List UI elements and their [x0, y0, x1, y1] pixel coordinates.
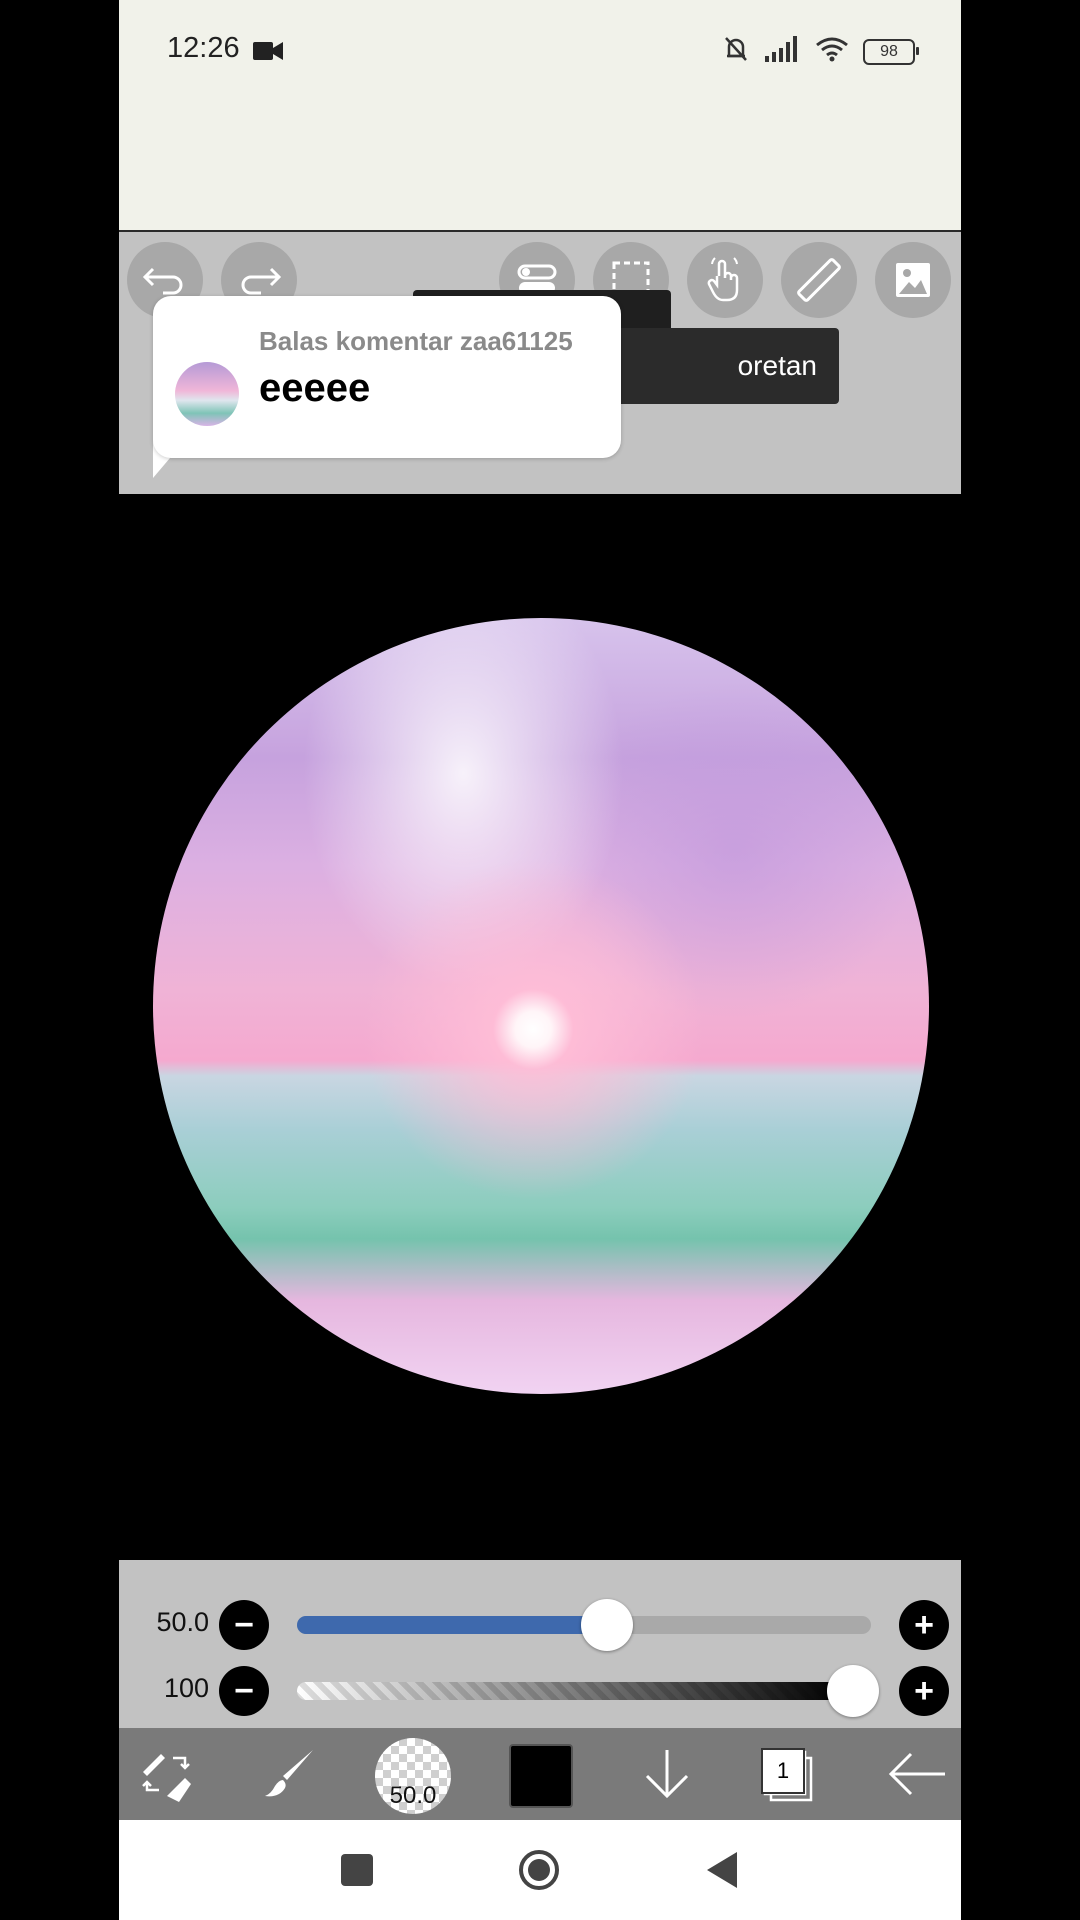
video-camera-icon — [253, 40, 283, 67]
canvas-image[interactable] — [153, 618, 929, 1394]
size-minus-button[interactable]: − — [219, 1600, 269, 1650]
avatar — [175, 362, 239, 426]
system-nav-bar — [119, 1820, 961, 1920]
opacity-plus-button[interactable]: + — [899, 1666, 949, 1716]
ruler-icon[interactable] — [781, 242, 857, 318]
status-bar: 12:26 98 — [119, 0, 961, 232]
slider-panel: 50.0 − + 100 − + — [119, 1560, 961, 1728]
size-plus-button[interactable]: + — [899, 1600, 949, 1650]
hand-touch-icon[interactable] — [687, 242, 763, 318]
top-toolbar: oretan Balas komentar zaa61125 eeeee — [119, 232, 961, 494]
recent-apps-button[interactable] — [341, 1854, 373, 1886]
bottom-toolbar: 50.0 1 — [119, 1728, 961, 1820]
app-screen: 12:26 98 oretan Balas komentar zaa61125 … — [119, 0, 961, 1920]
brush-icon[interactable] — [255, 1738, 327, 1810]
color-button[interactable] — [509, 1744, 573, 1808]
back-arrow-icon[interactable] — [881, 1738, 953, 1810]
status-time: 12:26 — [167, 32, 240, 64]
opacity-minus-button[interactable]: − — [219, 1666, 269, 1716]
arrow-down-icon[interactable] — [631, 1738, 703, 1810]
opacity-slider[interactable] — [297, 1682, 871, 1700]
mute-bell-icon — [721, 34, 751, 69]
layer-count: 1 — [761, 1748, 805, 1794]
home-dot-icon — [528, 1859, 550, 1881]
size-slider-handle[interactable] — [580, 1599, 633, 1651]
size-slider-fill — [297, 1616, 607, 1634]
tooltip: oretan — [609, 328, 839, 404]
battery-icon: 98 — [863, 38, 919, 65]
opacity-value: 100 — [163, 1673, 209, 1703]
reply-label: Balas komentar zaa61125 — [259, 326, 573, 356]
pen-eraser-swap-icon[interactable] — [131, 1738, 203, 1810]
home-button[interactable] — [519, 1850, 559, 1890]
brush-size-button[interactable]: 50.0 — [375, 1738, 451, 1814]
back-button[interactable] — [705, 1850, 739, 1895]
wifi-icon — [815, 36, 849, 67]
size-value: 50.0 — [156, 1607, 209, 1637]
signal-icon — [765, 36, 801, 67]
image-import-icon[interactable] — [875, 242, 951, 318]
opacity-slider-handle[interactable] — [826, 1665, 879, 1717]
comment-bubble[interactable]: Balas komentar zaa61125 eeeee — [153, 296, 621, 458]
comment-message: eeeee — [259, 366, 371, 410]
